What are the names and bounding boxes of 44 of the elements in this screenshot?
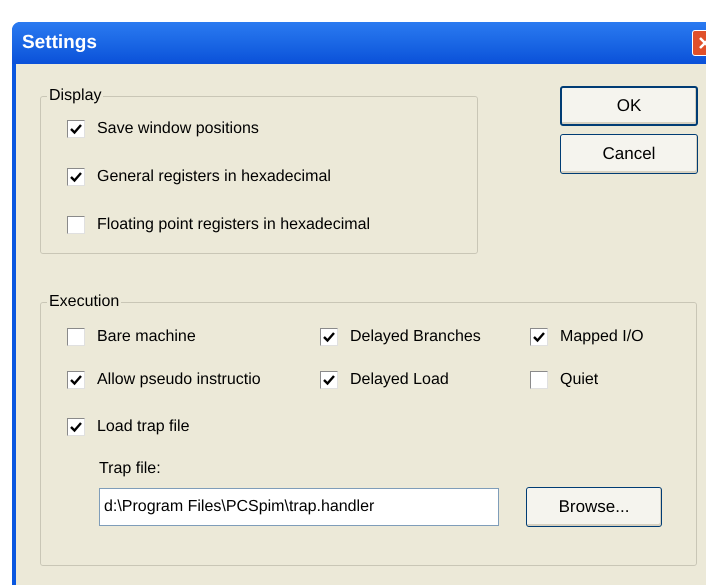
checkbox-option[interactable]: Allow pseudo instructio: [67, 368, 317, 392]
checkbox-option[interactable]: Delayed Load: [320, 368, 530, 392]
checkbox-option[interactable]: Save window positions: [67, 117, 477, 141]
check-icon: [533, 331, 545, 343]
option-label: Allow pseudo instructio: [97, 370, 261, 390]
checkbox[interactable]: [67, 328, 85, 346]
checkbox-option[interactable]: General registers in hexadecimal: [67, 165, 477, 189]
checkbox[interactable]: [320, 371, 338, 389]
checkbox[interactable]: [320, 328, 338, 346]
checkbox[interactable]: [67, 168, 85, 186]
field-label: Trap file:: [99, 459, 162, 479]
check-icon: [323, 374, 335, 386]
option-label: Mapped I/O: [560, 327, 644, 347]
check-icon: [70, 171, 82, 183]
checkbox[interactable]: [530, 371, 548, 389]
option-label: General registers in hexadecimal: [97, 167, 331, 187]
option-label: Floating point registers in hexadecimal: [97, 215, 370, 235]
check-icon: [70, 374, 82, 386]
checkbox-option[interactable]: Delayed Branches: [320, 325, 530, 349]
trap-file-field[interactable]: d:\Program Files\PCSpim\trap.handler: [99, 488, 499, 526]
checkbox-option[interactable]: Mapped I/O: [530, 325, 670, 349]
checkbox-option[interactable]: Bare machine: [67, 325, 317, 349]
checkbox[interactable]: [67, 216, 85, 234]
checkbox[interactable]: [530, 328, 548, 346]
option-label: Delayed Branches: [350, 327, 481, 347]
checkbox-option[interactable]: Floating point registers in hexadecimal: [67, 213, 477, 237]
option-label: Load trap file: [97, 417, 190, 437]
checkbox[interactable]: [67, 418, 85, 436]
dialog-button[interactable]: Cancel: [560, 134, 698, 174]
dialog-button[interactable]: OK: [560, 86, 698, 126]
browse-button[interactable]: Browse...: [526, 487, 662, 527]
option-label: Save window positions: [97, 119, 259, 139]
group-title: Display: [47, 86, 104, 106]
option-label: Delayed Load: [350, 370, 449, 390]
check-icon: [323, 331, 335, 343]
option-label: Bare machine: [97, 327, 196, 347]
check-icon: [70, 421, 82, 433]
checkbox[interactable]: [67, 371, 85, 389]
check-icon: [70, 123, 82, 135]
window-title: Settings: [22, 30, 97, 55]
option-label: Quiet: [560, 370, 598, 390]
checkbox[interactable]: [67, 120, 85, 138]
checkbox-option[interactable]: Load trap file: [67, 415, 696, 439]
checkbox-option[interactable]: Quiet: [530, 368, 670, 392]
